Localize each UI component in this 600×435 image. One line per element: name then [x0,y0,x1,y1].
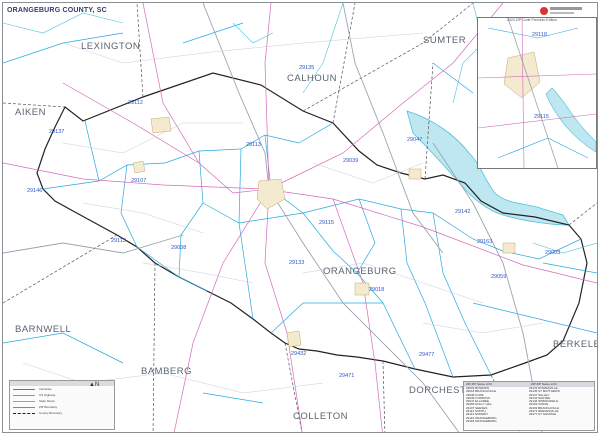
zip-label: 29432 [291,351,307,357]
zip-table-entry: 29118 ORANGEBURG [466,418,497,423]
legend-label: Interstate [39,387,52,391]
north-arrow-icon: ▲N [89,382,100,388]
county-label-calhoun: CALHOUN [287,73,337,84]
county-label-barnwell: BARNWELL [15,324,72,335]
zip-label: 29112 [128,100,143,106]
zip-label: 29133 [289,260,305,266]
zip-label: 29047 [407,137,423,143]
county-label-aiken: AIKEN [15,107,47,118]
zip-label: 29038 [171,245,187,251]
legend-swatch [13,388,35,390]
legend-label: State Route [39,399,55,403]
zip-label: 29107 [131,178,147,184]
zip-code-table: ZIP ZIP Name LOC ZIP ZIP Name LOC 29003 … [463,381,595,431]
inset-zip-label: 29115 [534,114,549,120]
county-label-colleton: COLLETON [293,411,349,422]
county-label-berkeley: BERKELEY [553,339,597,350]
county-label-orangeburg: ORANGEBURG [323,266,397,277]
edition-label: 2020 ZIP Code Premium Edition [507,18,558,22]
zip-label: 29003 [545,250,561,256]
zip-label: 29142 [455,209,471,215]
legend-swatch [13,412,35,414]
zip-label: 29163 [477,239,493,245]
zip-label: 29113 [246,142,261,148]
zip-label: 29039 [343,158,359,164]
inset-map: 29118 29115 [477,17,597,169]
zip-table-left-column: 29003 BOWMAN 29018 BRANCHVILLE 29038 COP… [466,386,529,423]
zip-label: 29113 [111,238,126,244]
zip-label: 29477 [419,352,435,358]
zip-table-entry: 29477 ST GEORGE [529,412,556,417]
map-frame: ORANGEBURG COUNTY, SC LEXINGTON CALHOUN … [2,2,598,433]
zip-label: 29135 [299,65,315,71]
legend-label: County Boundary [39,411,63,415]
legend-swatch [13,406,35,408]
legend-swatch [13,400,35,402]
zip-label: 29059 [491,274,507,280]
county-label-bamberg: BAMBERG [141,366,193,377]
zip-label: 29146 [27,188,43,194]
map-title: ORANGEBURG COUNTY, SC [7,7,107,14]
inset-zip-label: 29118 [532,32,547,38]
county-label-lexington: LEXINGTON [81,41,141,52]
zip-label: 29018 [369,287,385,293]
legend-label: US Highway [39,393,56,397]
zip-label: 29115 [319,220,334,226]
legend-item: County Boundary [13,410,114,416]
zip-label: 29137 [49,129,65,135]
legend-swatch [13,394,35,396]
zip-table-right-column: 29133 ROWESVILLE 29135 ST MATTHEWS 29137… [529,386,592,423]
north-label: N [94,382,100,388]
inset-map-graphic [477,17,597,169]
publisher-logo [540,7,582,15]
county-label-sumter: SUMTER [423,35,467,46]
zip-label: 29471 [339,373,355,379]
legend-label: ZIP Boundary [39,405,58,409]
